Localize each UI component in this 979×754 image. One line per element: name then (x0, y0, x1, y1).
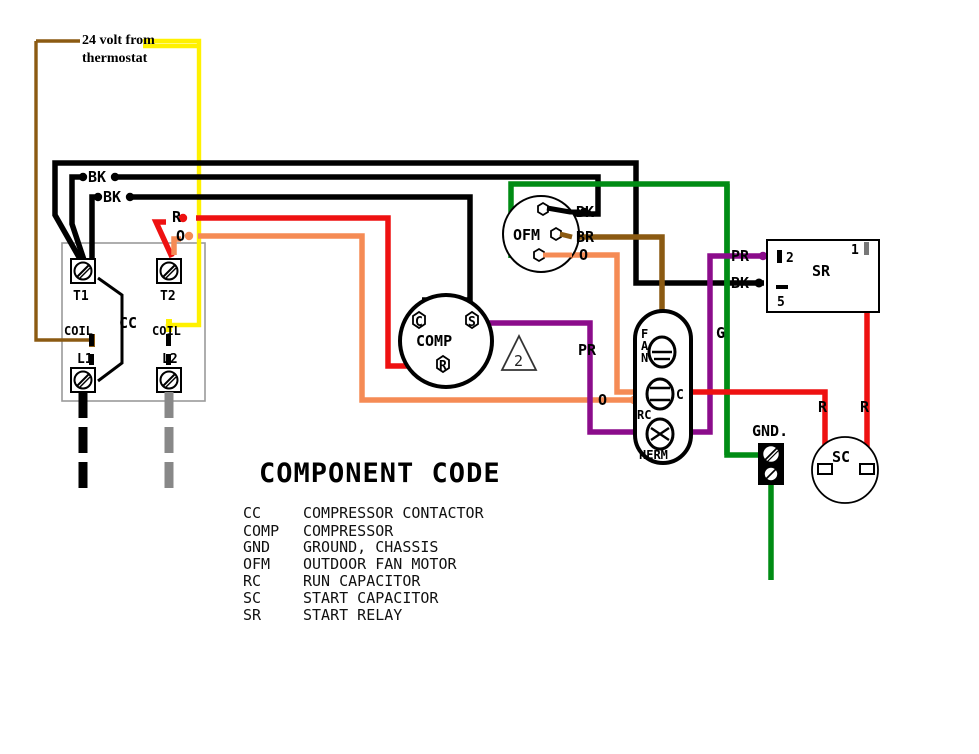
legend-component-code: COMPONENT CODE CC COMPRESSOR CONTACTOR C… (243, 458, 501, 624)
sr-label-5: 5 (777, 295, 785, 310)
wire-purple-comp-herm: PR (477, 320, 648, 435)
ofm-wire-label-bk: BK (576, 203, 594, 221)
comp-label-c: C (415, 315, 423, 330)
legend-desc-6: START RELAY (303, 606, 402, 624)
wire-label-o-cc: O (176, 227, 185, 245)
wire-label-r-cc: R (172, 208, 182, 226)
cc-label-coil-left: COIL (64, 324, 93, 338)
ofm-terminal-bk[interactable] (537, 201, 549, 217)
legend-desc-5: START CAPACITOR (303, 589, 439, 607)
cc-terminal-t2[interactable] (156, 258, 182, 284)
cc-terminal-t1[interactable] (70, 258, 96, 284)
sr-label-name: SR (812, 262, 831, 280)
cc-terminal-l1[interactable] (70, 367, 96, 393)
sc-terminal-right[interactable] (859, 463, 875, 475)
legend-title: COMPONENT CODE (259, 458, 501, 489)
rc-label-herm: HERM (639, 448, 668, 462)
legend-code-0: CC (243, 504, 261, 522)
legend-desc-0: COMPRESSOR CONTACTOR (303, 504, 485, 522)
ofm-terminal-br[interactable] (550, 226, 562, 242)
wire-label-bk-upper: BK (88, 168, 106, 186)
wire-label-pr-comp: PR (578, 341, 597, 359)
wire-label-r-sc-left: R (818, 398, 828, 416)
sc-label-name: SC (832, 448, 850, 466)
sc-terminal-left[interactable] (817, 463, 833, 475)
sr-label-2: 2 (786, 251, 794, 266)
legend-code-5: SC (243, 589, 261, 607)
ofm-terminal-o[interactable] (533, 247, 545, 263)
cc-label-l2: L2 (162, 352, 178, 367)
legend-code-2: GND (243, 538, 270, 556)
ofm-wire-label-br: BR (576, 228, 595, 246)
wire-label-o-rc: O (598, 391, 607, 409)
cc-label-coil-right: COIL (152, 324, 181, 338)
note-marker-number: 2 (514, 352, 523, 370)
comp-label-r: R (439, 359, 447, 374)
note-line-2: thermostat (82, 51, 148, 66)
wiring-diagram-svg: 24 volt from thermostat BK BK R O O G PR… (34, 33, 880, 624)
wire-label-pr-sr: PR (731, 247, 750, 265)
gnd-label-name: GND. (752, 422, 788, 440)
wiring-diagram-canvas: 24 volt from thermostat BK BK R O O G PR… (0, 0, 979, 754)
cc-coil-marks (89, 334, 171, 365)
legend-desc-3: OUTDOOR FAN MOTOR (303, 555, 457, 573)
wire-label-bk-sr: BK (731, 274, 749, 292)
legend-desc-2: GROUND, CHASSIS (303, 538, 438, 556)
note-24-volt-thermostat: 24 volt from thermostat (82, 33, 155, 66)
wire-label-bk-lower: BK (103, 188, 121, 206)
wire-label-r-sc-right: R (860, 398, 870, 416)
cc-terminal-l2[interactable] (156, 367, 182, 393)
cc-label-t2: T2 (160, 289, 176, 304)
wire-label-g: G (716, 324, 725, 342)
comp-label-name: COMP (416, 332, 452, 350)
ofm-label-name: OFM (513, 226, 540, 244)
legend-code-6: SR (243, 606, 262, 624)
rc-terminal-herm[interactable] (645, 417, 675, 451)
comp-label-s: S (468, 315, 476, 330)
cc-label-t1: T1 (73, 289, 89, 304)
ofm-wire-label-o: O (579, 246, 588, 264)
legend-desc-4: RUN CAPACITOR (303, 572, 421, 590)
cc-label-l1: L1 (77, 352, 93, 367)
wire-black-bk-lower: BK (89, 188, 473, 303)
legend-code-3: OFM (243, 555, 270, 573)
rc-label-fan: F A N (641, 327, 649, 365)
sr-label-1: 1 (851, 243, 859, 258)
rc-terminal-c[interactable] (645, 377, 675, 411)
rc-terminal-fan[interactable] (647, 335, 677, 369)
svg-text:N: N (641, 351, 648, 365)
rc-label-c: C (676, 388, 684, 403)
rc-label-name: RC (637, 408, 651, 422)
gnd-terminal-block[interactable] (758, 443, 784, 485)
cc-label-name: CC (119, 314, 137, 332)
note-marker-triangle: 2 (500, 333, 538, 371)
note-line-1: 24 volt from (82, 33, 155, 48)
legend-code-4: RC (243, 572, 261, 590)
